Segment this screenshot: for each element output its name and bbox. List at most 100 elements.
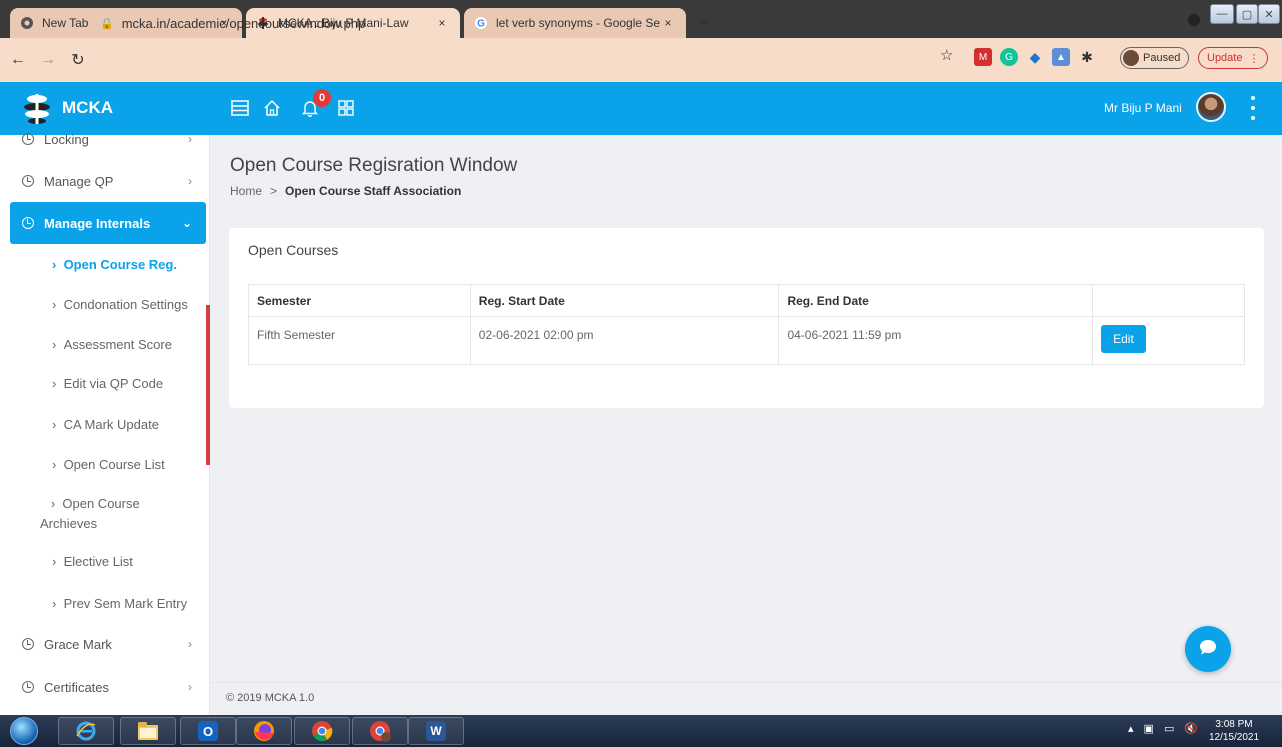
- profile-paused-button[interactable]: Paused: [1120, 47, 1190, 69]
- file-explorer-icon[interactable]: [120, 717, 176, 745]
- word-icon[interactable]: W: [408, 717, 464, 745]
- breadcrumb-home[interactable]: Home: [230, 184, 262, 198]
- chevron-right-icon: ›: [188, 132, 192, 146]
- clock-icon: [22, 638, 34, 650]
- update-label: Update: [1207, 52, 1243, 64]
- back-icon[interactable]: ←: [6, 48, 30, 72]
- sidebar-item-label: Manage QP: [44, 173, 114, 189]
- update-button[interactable]: Update ⋮: [1198, 47, 1269, 69]
- lock-icon: 🔒: [100, 17, 114, 30]
- app-name[interactable]: MCKA: [62, 98, 113, 118]
- chrome-newtab-icon: [20, 16, 34, 30]
- menu-toggle-icon[interactable]: [228, 96, 252, 120]
- sidebar-item-label: Locking: [44, 131, 89, 147]
- mcka-logo[interactable]: [20, 92, 54, 126]
- sidebar-sub-edit-via-qp-code[interactable]: › Edit via QP Code: [52, 374, 202, 394]
- system-clock[interactable]: 3:08 PM 12/15/2021: [1204, 718, 1264, 744]
- display-icon[interactable]: ▭: [1164, 722, 1174, 735]
- chevron-right-icon: ›: [188, 637, 192, 651]
- volume-muted-icon[interactable]: 🔇: [1184, 722, 1198, 735]
- chevron-right-icon: ›: [52, 554, 64, 569]
- column-header-action: [1092, 284, 1245, 317]
- sidebar-sub-assessment-score[interactable]: › Assessment Score: [52, 335, 202, 355]
- breadcrumb: Home > Open Course Staff Association: [230, 184, 461, 198]
- sidebar-item-locking[interactable]: Locking ›: [0, 128, 206, 150]
- chrome-icon[interactable]: [294, 717, 350, 745]
- avatar[interactable]: [1196, 92, 1226, 122]
- more-options-icon[interactable]: [1246, 96, 1260, 120]
- user-name[interactable]: Mr Biju P Mani: [1104, 101, 1182, 115]
- home-icon[interactable]: [260, 96, 284, 120]
- address-bar[interactable]: 🔒 mcka.in/academic/opencoursewindow.php: [100, 10, 960, 36]
- chevron-right-icon: ›: [52, 457, 64, 472]
- cell-semester: Fifth Semester: [248, 316, 471, 365]
- sidebar-sub-elective-list[interactable]: › Elective List: [52, 552, 202, 572]
- grammarly-icon[interactable]: G: [1000, 48, 1018, 66]
- chevron-right-icon: ›: [52, 417, 64, 432]
- sidebar-sub-ca-mark-update[interactable]: › CA Mark Update: [52, 415, 202, 435]
- firefox-icon[interactable]: [236, 717, 292, 745]
- sidebar-sub-label: Edit via QP Code: [63, 376, 164, 391]
- sidebar-item-certificates[interactable]: Certificates ›: [0, 667, 206, 707]
- column-header-end-date: Reg. End Date: [778, 284, 1094, 317]
- extension-red-icon[interactable]: M: [974, 48, 992, 66]
- sidebar-sub-open-course-list[interactable]: › Open Course List: [52, 455, 202, 475]
- main-content: [210, 135, 1282, 682]
- maximize-icon[interactable]: ▢: [1236, 4, 1258, 24]
- apps-grid-icon[interactable]: [334, 96, 358, 120]
- sidebar-item-label: Certificates: [44, 679, 110, 695]
- chevron-right-icon: ›: [52, 337, 64, 352]
- edit-button[interactable]: Edit: [1101, 325, 1146, 353]
- chevron-down-icon: ⌄: [181, 216, 192, 230]
- profile-avatar: [1123, 50, 1139, 66]
- puzzle-icon[interactable]: ✱: [1078, 48, 1096, 66]
- sidebar-sub-label: Prev Sem Mark Entry: [63, 596, 188, 611]
- extension-blue-icon[interactable]: ◆: [1026, 48, 1044, 66]
- sidebar-sub-open-course-archieves[interactable]: › Open Course Archieves: [40, 494, 170, 534]
- forward-icon[interactable]: →: [36, 48, 60, 72]
- sidebar-sub-prev-sem-mark-entry[interactable]: › Prev Sem Mark Entry: [52, 594, 202, 614]
- extension-drive-icon[interactable]: ▲: [1052, 48, 1070, 66]
- table-header-row: Semester Reg. Start Date Reg. End Date: [248, 284, 1245, 317]
- chat-button[interactable]: [1185, 626, 1231, 672]
- chat-bubble-icon: [1198, 638, 1218, 661]
- chevron-right-icon: ›: [52, 297, 64, 312]
- chrome-profile-icon[interactable]: [352, 717, 408, 745]
- sidebar-sub-label: Open Course List: [63, 457, 165, 472]
- clock-time: 3:08 PM: [1215, 719, 1253, 730]
- reload-icon[interactable]: ↻: [66, 48, 90, 72]
- sidebar-item-grace-mark[interactable]: Grace Mark ›: [0, 624, 206, 664]
- windows-start-icon[interactable]: [4, 716, 44, 746]
- sidebar-sub-label: Elective List: [63, 554, 133, 569]
- chevron-right-icon: ›: [40, 496, 63, 511]
- profile-dot-icon[interactable]: [1188, 14, 1200, 26]
- sidebar-sub-label: Condonation Settings: [63, 297, 188, 312]
- sidebar-item-label: Grace Mark: [44, 636, 112, 652]
- clock-icon: [22, 133, 34, 145]
- tray-expand-icon[interactable]: ▴: [1128, 722, 1134, 735]
- star-icon[interactable]: ☆: [940, 46, 953, 64]
- chevron-right-icon: ›: [52, 376, 64, 391]
- internet-explorer-icon[interactable]: [58, 717, 114, 745]
- breadcrumb-current: Open Course Staff Association: [285, 184, 462, 198]
- sidebar-item-label: Manage Internals: [44, 215, 151, 231]
- sidebar-sub-open-course-reg[interactable]: › Open Course Reg.: [52, 255, 202, 275]
- column-header-semester: Semester: [248, 284, 471, 317]
- sidebar-item-manage-qp[interactable]: Manage QP ›: [0, 161, 206, 201]
- clock-icon: [22, 217, 34, 229]
- footer-text: © 2019 MCKA 1.0: [226, 692, 315, 704]
- open-courses-table: Semester Reg. Start Date Reg. End Date F…: [248, 284, 1245, 365]
- table-row: Fifth Semester 02-06-2021 02:00 pm 04-06…: [248, 316, 1245, 365]
- sidebar-sub-condonation-settings[interactable]: › Condonation Settings: [52, 295, 202, 315]
- notification-badge: 0: [313, 89, 331, 107]
- window-close-icon[interactable]: ✕: [1258, 4, 1280, 24]
- outlook-icon[interactable]: O: [180, 717, 236, 745]
- kebab-icon: ⋮: [1248, 52, 1260, 65]
- cell-action: Edit: [1092, 316, 1245, 365]
- sidebar-item-manage-internals[interactable]: Manage Internals ⌄: [10, 202, 206, 244]
- network-error-icon[interactable]: ▣: [1144, 722, 1154, 735]
- minimize-icon[interactable]: —: [1210, 4, 1234, 24]
- clock-icon: [22, 175, 34, 187]
- chevron-right-icon: ›: [52, 257, 64, 272]
- footer: [210, 682, 1282, 715]
